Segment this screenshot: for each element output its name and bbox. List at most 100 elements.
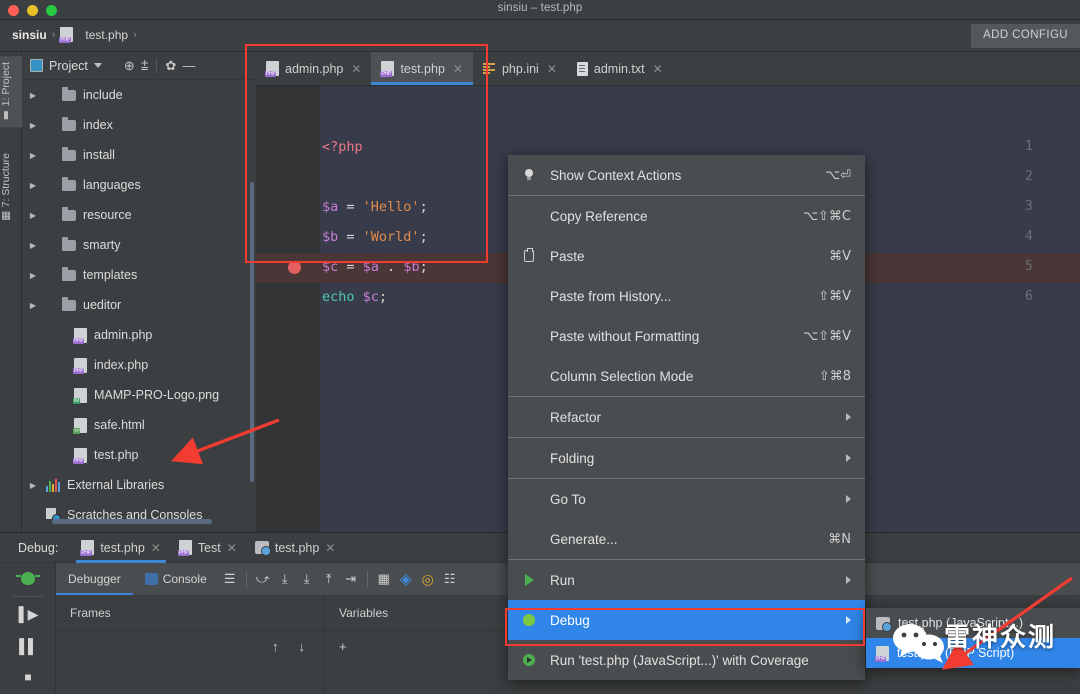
tree-item[interactable]: Scratches and Consoles [22,500,256,520]
tree-item[interactable]: ▶ smarty [22,230,256,260]
editor-tab-admin-txt[interactable]: admin.txt ✕ [567,52,673,85]
expand-arrow-icon[interactable]: ▶ [26,211,40,220]
menu-item-go-to[interactable]: Go To [508,479,865,519]
breadcrumb[interactable]: sinsiu › test.php › [12,27,137,43]
tab-console[interactable]: Console [133,563,219,595]
debug-icon [522,614,536,626]
project-panel-title[interactable]: Project [49,59,88,73]
settings-list-icon[interactable]: ☷ [439,563,461,595]
menu-item-run-test-php-javascript-with-coverage[interactable]: Run 'test.php (JavaScript...)' with Cove… [508,640,865,680]
debug-session-tab[interactable]: test.php ✕ [246,533,345,563]
move-down-icon[interactable]: ↓ [299,639,306,654]
editor-gutter[interactable] [256,86,320,532]
editor-tab-test-php[interactable]: test.php ✕ [371,52,473,85]
step-over-icon[interactable]: ⤻ [252,563,274,595]
expand-arrow-icon[interactable]: ▶ [26,301,40,310]
tree-item[interactable]: safe.html [22,410,256,440]
close-session-icon[interactable]: ✕ [227,541,237,555]
step-into-icon[interactable]: ⤓ [274,563,296,595]
pause-program-button[interactable]: ▌▌ [0,630,56,661]
chevron-down-icon[interactable] [93,63,102,68]
debug-session-tab[interactable]: test.php ✕ [72,533,170,563]
expand-arrow-icon[interactable]: ▶ [26,151,40,160]
tab-console-label: Console [162,572,207,586]
close-session-icon[interactable]: ✕ [151,541,161,555]
menu-item-show-context-actions[interactable]: Show Context Actions ⌥⏎ [508,155,865,195]
tree-item[interactable]: ▶ templates [22,260,256,290]
menu-item-column-selection-mode[interactable]: Column Selection Mode ⇧⌘8 [508,356,865,396]
editor-tab-php-ini[interactable]: php.ini ✕ [473,52,567,85]
expand-arrow-icon[interactable]: ▶ [26,241,40,250]
show-execution-point-icon[interactable]: ☰ [219,563,241,595]
tree-item[interactable]: ▶ languages [22,170,256,200]
menu-item-debug[interactable]: Debug [508,600,865,640]
add-configuration-button[interactable]: ADD CONFIGU [971,24,1080,48]
tree-item[interactable]: index.php [22,350,256,380]
expand-arrow-icon[interactable]: ▶ [26,181,40,190]
tree-item[interactable]: ▶ External Libraries [22,470,256,500]
add-watch-icon[interactable]: + [339,639,347,654]
menu-item-run[interactable]: Run [508,560,865,600]
tree-item[interactable]: ▶ index [22,110,256,140]
debug-configuration-submenu[interactable]: test.php (JavaScript...) test.php (PHP Sc… [866,608,1080,668]
expand-arrow-icon[interactable]: ▶ [26,481,40,490]
submenu-item[interactable]: test.php (JavaScript...) [866,608,1080,638]
menu-item-label: Show Context Actions [550,167,682,183]
tree-item[interactable]: ▶ resource [22,200,256,230]
code-token: ; [419,229,428,245]
tree-item[interactable]: MAMP-PRO-Logo.png [22,380,256,410]
expand-arrow-icon[interactable]: ▶ [26,91,40,100]
tree-item[interactable]: test.php [22,440,256,470]
resume-program-button[interactable]: ▌▶ [0,599,56,630]
menu-item-generate[interactable]: Generate... ⌘N [508,519,865,559]
force-step-into-icon[interactable]: ⤓ [296,563,318,595]
project-tree[interactable]: ▶ include ▶ index ▶ install ▶ languages ▶ resourc… [22,80,256,520]
sidebar-item-structure[interactable]: ▦ 7: Structure [0,147,22,228]
move-up-icon[interactable]: ↑ [272,639,279,654]
menu-item-folding[interactable]: Folding [508,438,865,478]
tree-item[interactable]: admin.php [22,320,256,350]
close-tab-icon[interactable]: ✕ [453,62,463,76]
sidebar-item-structure-label: 7: Structure [0,153,12,208]
breadcrumb-project[interactable]: sinsiu [12,28,47,42]
expand-arrow-icon[interactable]: ▶ [26,271,40,280]
close-tab-icon[interactable]: ✕ [653,62,663,76]
project-vertical-scrollbar[interactable] [250,182,254,482]
breadcrumb-file[interactable]: test.php [85,28,128,42]
tree-item[interactable]: ▶ include [22,80,256,110]
collapse-all-icon[interactable]: ⩲ [141,59,149,72]
close-tab-icon[interactable]: ✕ [547,62,557,76]
frames-pane-footer[interactable]: ↑ ↓ [56,631,323,661]
mute-breakpoints-icon[interactable]: ◎ [417,563,439,595]
stop-program-button[interactable]: ■ [0,661,56,692]
evaluate-expression-icon[interactable]: ▦ [373,563,395,595]
editor-tab-admin-php[interactable]: admin.php ✕ [256,52,371,85]
debug-side-toolbar[interactable]: ▌▶ ▌▌ ■ [0,563,56,694]
hide-panel-icon[interactable]: — [182,59,195,72]
gear-icon[interactable]: ✿ [165,59,176,72]
breakpoint-marker[interactable] [288,261,301,274]
menu-item-paste[interactable]: Paste ⌘V [508,236,865,276]
view-breakpoints-icon[interactable]: ◈ [395,563,417,595]
close-session-icon[interactable]: ✕ [325,541,335,555]
step-out-icon[interactable]: ⤒ [318,563,340,595]
editor-context-menu[interactable]: Show Context Actions ⌥⏎ Copy Reference ⌥⇧⌘C… [508,155,865,680]
run-to-cursor-icon[interactable]: ⇥ [340,563,362,595]
tab-debugger[interactable]: Debugger [56,563,133,595]
menu-item-paste-without-formatting[interactable]: Paste without Formatting ⌥⇧⌘V [508,316,865,356]
tree-item[interactable]: ▶ ueditor [22,290,256,320]
locate-target-icon[interactable]: ⊕ [124,59,135,72]
expand-arrow-icon[interactable]: ▶ [26,121,40,130]
debug-session-tab[interactable]: Test ✕ [170,533,246,563]
project-horizontal-scrollbar[interactable] [52,519,212,524]
editor-tab-bar[interactable]: admin.php ✕ test.php ✕ php.ini ✕ admin.txt ✕ [256,52,1080,86]
menu-item-copy-reference[interactable]: Copy Reference ⌥⇧⌘C [508,196,865,236]
submenu-item[interactable]: test.php (PHP Script) [866,638,1080,668]
tree-item[interactable]: ▶ install [22,140,256,170]
project-tool-window: Project ⊕ ⩲ ✿ — ▶ include ▶ index ▶ install ▶ l… [22,52,256,532]
sidebar-item-project[interactable]: ▮ 1: Project [0,56,22,128]
menu-item-refactor[interactable]: Refactor [508,397,865,437]
folder-icon [62,116,76,131]
menu-item-paste-from-history[interactable]: Paste from History... ⇧⌘V [508,276,865,316]
close-tab-icon[interactable]: ✕ [351,62,361,76]
